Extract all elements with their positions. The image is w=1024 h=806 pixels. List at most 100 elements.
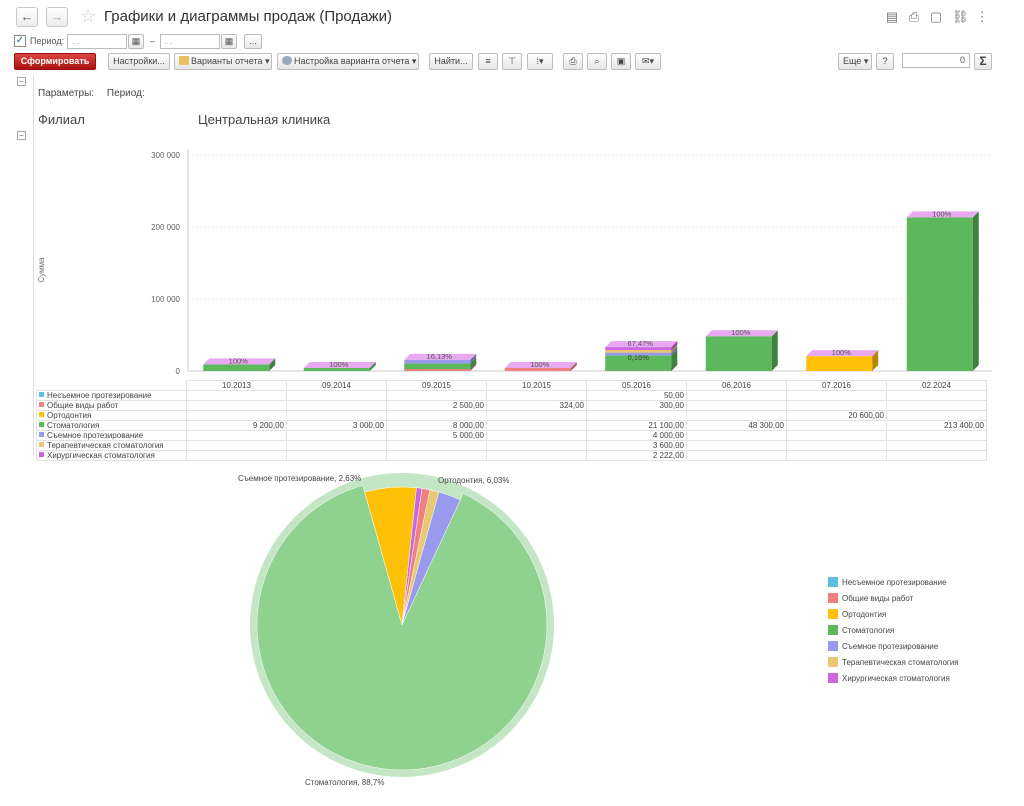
table-header-row: 10.2013 09.2014 09.2015 10.2015 05.2016 06.20… <box>37 380 987 391</box>
legend-swatch <box>828 657 838 667</box>
back-button[interactable]: ← <box>16 7 38 27</box>
bar-stack-05.2016: 67,47% 0,16% <box>605 339 678 371</box>
save-report-button[interactable]: ▣ <box>611 53 631 70</box>
preview-button[interactable]: ⌕ <box>587 53 607 70</box>
preview-icon: ⌕ <box>594 56 600 66</box>
save-icon[interactable]: ▤ <box>884 9 900 25</box>
floppy-icon: ▣ <box>616 56 626 66</box>
legend-swatch <box>39 452 44 457</box>
table-header-cell: 09.2015 <box>386 380 487 391</box>
series-name-cell: Общие виды работ <box>36 400 187 411</box>
bar-segment[interactable] <box>806 356 873 371</box>
table-cell <box>186 410 287 421</box>
bar-segment[interactable] <box>906 217 973 371</box>
table-cell: 8 000,00 <box>386 420 487 431</box>
arrow-left-icon: ← <box>20 9 34 24</box>
table-cell <box>886 410 987 421</box>
legend-swatch <box>828 593 838 603</box>
calendar-to-button[interactable]: ▦ <box>221 34 237 49</box>
table-row: Стоматология 9 200,00 3 000,00 8 000,00 21 1… <box>36 420 987 431</box>
table-row: Ортодонтия 20 600,00 <box>36 410 987 421</box>
y-tick-label: 200 000 <box>151 223 180 232</box>
table-cell: 324,00 <box>486 400 587 411</box>
more-button[interactable]: Еще ▾ <box>838 53 872 70</box>
table-cell <box>686 390 787 401</box>
table-cell <box>686 450 787 461</box>
table-cell: 9 200,00 <box>186 420 287 431</box>
expand-rows-button[interactable]: ≡ <box>478 53 498 70</box>
table-cell <box>886 400 987 411</box>
table-cell <box>786 450 887 461</box>
table-cell <box>886 440 987 451</box>
table-cell <box>886 430 987 441</box>
table-cell: 20 600,00 <box>786 410 887 421</box>
table-cell: 4 000,00 <box>586 430 687 441</box>
table-cell <box>386 450 487 461</box>
table-cell <box>786 430 887 441</box>
variants-icon <box>179 56 189 65</box>
table-cell <box>786 440 887 451</box>
period-checkbox[interactable]: ✓ <box>14 35 26 47</box>
bar-stack-10.2013: 100% <box>203 356 276 371</box>
page-title: Графики и диаграммы продаж (Продажи) <box>104 8 392 25</box>
legend-label: Терапевтическая стоматология <box>842 658 959 667</box>
table-cell <box>286 440 387 451</box>
table-header-cell: 07.2016 <box>786 380 887 391</box>
calendar-from-button[interactable]: ▦ <box>128 34 144 49</box>
table-cell <box>386 440 487 451</box>
favorite-star-icon[interactable]: ☆ <box>80 6 96 27</box>
legend-swatch <box>39 442 44 447</box>
pie-slice-label: Стоматология, 88,7% <box>305 778 384 787</box>
preview-icon[interactable]: ▢ <box>928 9 944 25</box>
data-table-grid: 10.2013 09.2014 09.2015 10.2015 05.2016 06.20… <box>36 380 987 461</box>
legend-swatch <box>828 673 838 683</box>
period-select-button[interactable]: ... <box>244 34 262 49</box>
legend-item: Ортодонтия <box>828 609 959 625</box>
table-cell <box>186 390 287 401</box>
period-to-field[interactable]: . . <box>160 34 220 49</box>
table-row: Общие виды работ 2 500,00 324,00 300,00 <box>36 400 987 411</box>
table-corner <box>37 381 187 391</box>
bar-top-label: 100% <box>731 328 751 337</box>
settings-button[interactable]: Настройки... <box>108 53 170 70</box>
legend-item: Съемное протезирование <box>828 641 959 657</box>
table-header-cell: 06.2016 <box>686 380 787 391</box>
collapse-group-button[interactable]: − <box>17 131 26 140</box>
bar-top-label: 100% <box>932 209 952 218</box>
legend-label: Хирургическая стоматология <box>842 674 950 683</box>
link-icon[interactable]: ⛓ <box>952 9 969 25</box>
help-button[interactable]: ? <box>876 53 894 70</box>
print-icon[interactable]: ⎙ <box>906 9 922 25</box>
forward-button[interactable]: → <box>46 7 68 27</box>
table-row: Терапевтическая стоматология 3 600,00 <box>36 440 987 451</box>
table-header-cell: 10.2015 <box>486 380 587 391</box>
generate-button[interactable]: Сформировать <box>14 53 96 70</box>
bar-top-label: 67,47% <box>628 339 654 348</box>
table-cell <box>686 440 787 451</box>
print-button[interactable]: ⎙ <box>563 53 583 70</box>
table-cell <box>186 440 287 451</box>
collapse-group-button[interactable]: − <box>17 77 26 86</box>
table-cell <box>586 410 687 421</box>
collapse-rows-button[interactable]: ⊤ <box>502 53 522 70</box>
period-dash: – <box>150 36 156 46</box>
legend-swatch <box>39 422 44 427</box>
more-menu-icon[interactable]: ⋮ <box>974 9 990 25</box>
bar-stack-10.2015: 100% <box>504 360 577 371</box>
send-email-button[interactable]: ✉▾ <box>635 53 661 70</box>
bar-segment[interactable] <box>705 336 772 371</box>
params-period: Период: <box>106 88 145 99</box>
sum-button[interactable]: Σ <box>974 53 992 70</box>
legend-swatch <box>828 609 838 619</box>
table-cell <box>186 400 287 411</box>
grouping-button[interactable]: ⁞▾ <box>527 53 553 70</box>
table-cell: 300,00 <box>586 400 687 411</box>
report-variants-button[interactable]: Варианты отчета ▾ <box>174 53 272 70</box>
branch-value: Центральная клиника <box>198 112 331 127</box>
bar-segment[interactable] <box>404 363 471 370</box>
table-cell <box>686 410 787 421</box>
bar-top-label: 100% <box>530 360 550 369</box>
variant-settings-button[interactable]: Настройка варианта отчета ▾ <box>277 53 419 70</box>
period-from-field[interactable]: . . <box>67 34 127 49</box>
find-button[interactable]: Найти... <box>429 53 473 70</box>
